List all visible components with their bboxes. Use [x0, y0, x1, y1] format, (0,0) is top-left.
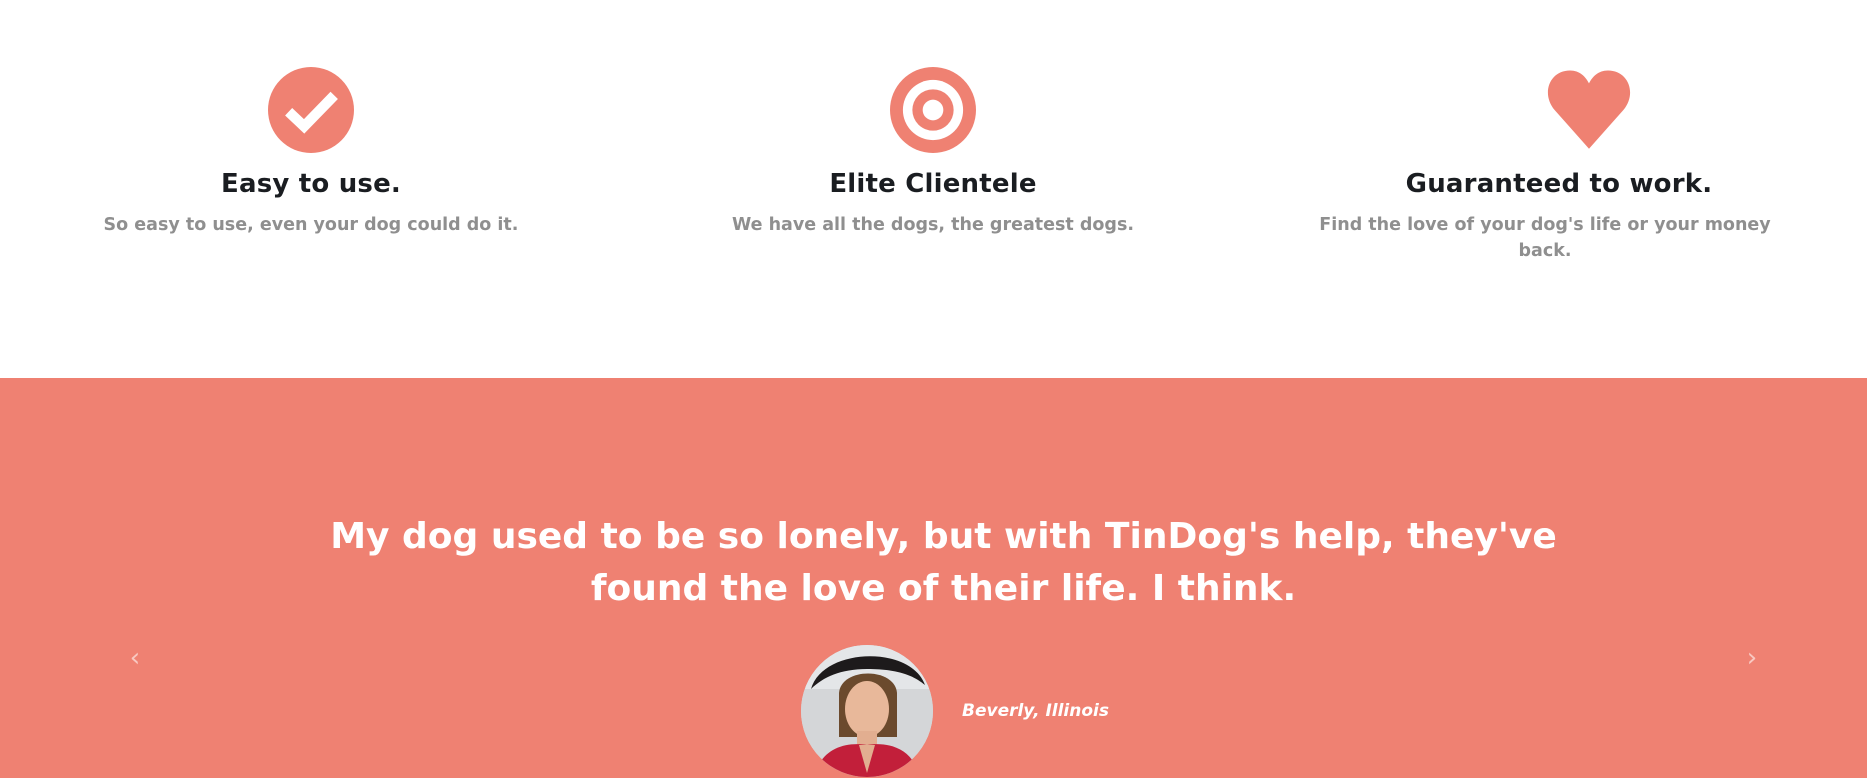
check-circle-icon — [268, 67, 354, 153]
feature-title: Guaranteed to work. — [1405, 169, 1713, 199]
feature-title: Elite Clientele — [829, 169, 1037, 199]
testimonial-author: Beverly, Illinois — [962, 701, 1109, 721]
feature-description: We have all the dogs, the greatest dogs. — [731, 215, 1135, 235]
feature-title: Easy to use. — [220, 169, 402, 199]
testimonial-quote: My dog used to be so lonely, but with Ti… — [330, 516, 1557, 609]
features-section: Easy to use. So easy to use, even your d… — [0, 0, 1867, 378]
testimonial-carousel: ‹ My dog used to be so lonely, but with … — [0, 378, 1867, 778]
chevron-left-icon[interactable]: ‹ — [123, 645, 147, 671]
heart-icon — [1547, 70, 1631, 149]
bullseye-icon — [890, 67, 976, 153]
avatar-photo — [801, 645, 933, 777]
feature-description: Find the love of your dog's life or your… — [1319, 215, 1771, 261]
chevron-right-icon[interactable]: › — [1740, 645, 1764, 671]
avatar — [801, 645, 933, 777]
feature-description: So easy to use, even your dog could do i… — [103, 215, 519, 235]
